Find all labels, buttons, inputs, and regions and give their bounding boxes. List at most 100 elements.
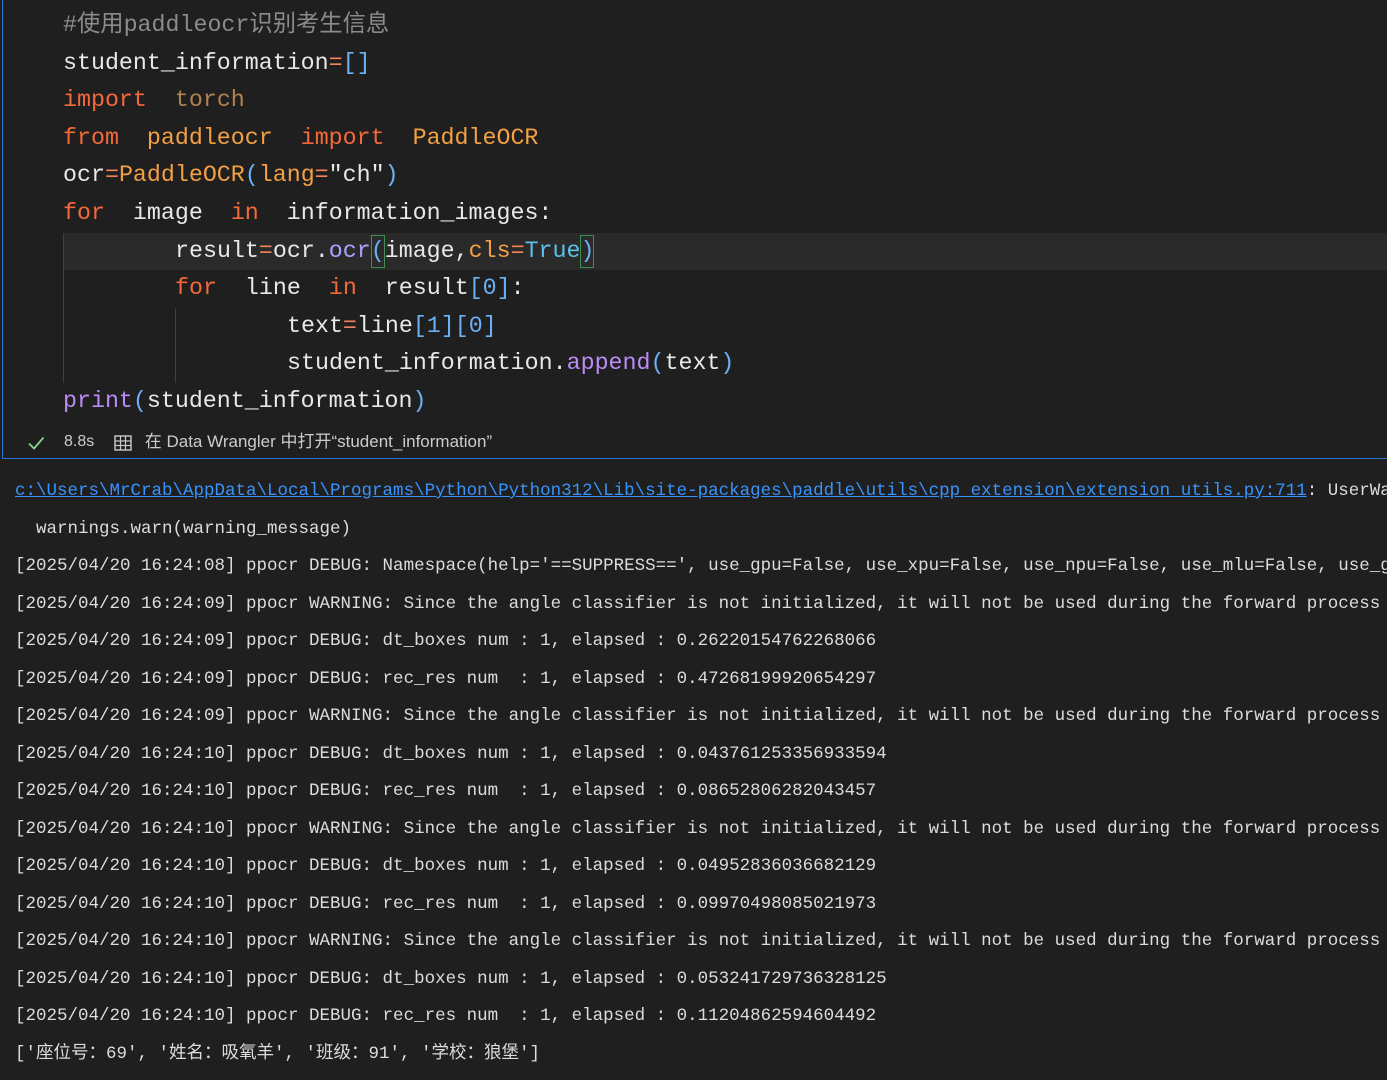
code-token: from bbox=[63, 124, 119, 151]
code-token: print bbox=[63, 387, 133, 414]
code-token: : bbox=[510, 275, 525, 302]
code-token: = bbox=[104, 162, 119, 189]
notebook-code-cell[interactable]: #使用paddleocr识别考生信息 student_information=[]… bbox=[2, 0, 1387, 459]
output-line: [2025/04/20 16:24:10] ppocr WARNING: Sin… bbox=[15, 931, 1381, 951]
output-line: [2025/04/20 16:24:09] ppocr WARNING: Sin… bbox=[15, 706, 1381, 726]
output-line: [2025/04/20 16:24:10] ppocr DEBUG: dt_bo… bbox=[15, 856, 877, 876]
code-token: for bbox=[63, 199, 105, 226]
code-token: True bbox=[524, 237, 581, 264]
output-line: [2025/04/20 16:24:10] ppocr DEBUG: rec_r… bbox=[15, 781, 877, 801]
code-token: ocr bbox=[328, 237, 371, 264]
code-line[interactable]: student_information.append(text) bbox=[63, 345, 1387, 383]
indent-guide bbox=[175, 307, 287, 346]
indent-guide bbox=[63, 232, 175, 271]
code-token: [0] bbox=[468, 275, 511, 302]
code-token: ocr bbox=[63, 162, 105, 189]
code-token: line bbox=[216, 275, 329, 302]
cell-output: c:\Users\MrCrab\AppData\Local\Programs\P… bbox=[15, 473, 1387, 1080]
code-token: import bbox=[300, 124, 385, 151]
code-token: = bbox=[258, 237, 273, 264]
code-token: import bbox=[63, 87, 147, 114]
code-token: ) bbox=[384, 162, 399, 189]
open-in-data-wrangler-button[interactable]: 在 Data Wrangler 中打开“student_information” bbox=[113, 428, 492, 455]
output-line: [2025/04/20 16:24:09] ppocr WARNING: Sin… bbox=[15, 593, 1381, 614]
indent-guide bbox=[63, 345, 175, 383]
code-token: information_images: bbox=[258, 199, 553, 226]
code-token: paddleocr bbox=[146, 124, 273, 151]
code-token: PaddleOCR bbox=[412, 124, 539, 151]
indent-guide bbox=[175, 345, 287, 383]
cell-status-bar: 8.8s 在 Data Wrangler 中打开“student_informa… bbox=[3, 428, 1387, 455]
code-token: text bbox=[664, 350, 721, 377]
code-token: result bbox=[356, 275, 469, 302]
code-token: lang bbox=[258, 162, 315, 189]
code-token: image, bbox=[384, 237, 469, 264]
code-line[interactable]: text=line[1][0] bbox=[63, 307, 1387, 346]
code-token: in bbox=[328, 275, 357, 302]
code-line[interactable]: for line in result[0]: bbox=[63, 270, 1387, 308]
output-line: [2025/04/20 16:24:09] ppocr DEBUG: rec_r… bbox=[15, 668, 877, 689]
code-line[interactable]: from paddleocr import PaddleOCR bbox=[63, 120, 1387, 158]
code-token: text bbox=[287, 312, 343, 339]
warning-text: : UserWa bbox=[1306, 481, 1387, 501]
code-token: ) bbox=[720, 350, 735, 377]
output-warning-line: c:\Users\MrCrab\AppData\Local\Programs\P… bbox=[15, 473, 1387, 511]
indent-guide bbox=[63, 307, 175, 346]
output-line: warnings.warn(warning_message) bbox=[15, 518, 352, 539]
code-token: ( bbox=[244, 162, 259, 189]
code-token: [] bbox=[342, 49, 371, 76]
code-token: in bbox=[230, 199, 259, 226]
code-token: for bbox=[175, 275, 217, 302]
code-token: #使用paddleocr识别考生信息 bbox=[63, 12, 390, 38]
code-token: = bbox=[314, 162, 329, 189]
code-token: ) bbox=[412, 387, 427, 414]
matched-bracket: ( bbox=[371, 235, 385, 268]
output-line: ['座位号：69', '姓名：吸氧羊', '班级：91', '学校：狼堡'] bbox=[15, 1043, 541, 1064]
code-token: ocr. bbox=[272, 237, 329, 264]
code-line[interactable]: import torch bbox=[63, 82, 1387, 120]
code-token: cls bbox=[468, 237, 511, 264]
output-line: [2025/04/20 16:24:10] ppocr DEBUG: dt_bo… bbox=[15, 743, 887, 764]
code-token: = bbox=[510, 237, 525, 264]
indent-guide bbox=[63, 270, 175, 308]
code-token: = bbox=[342, 312, 357, 339]
code-line[interactable]: print(student_information) bbox=[63, 383, 1387, 421]
output-line: [2025/04/20 16:24:10] ppocr DEBUG: rec_r… bbox=[15, 893, 877, 914]
matched-bracket: ) bbox=[580, 235, 594, 268]
code-token: ( bbox=[650, 350, 665, 377]
source-file-link[interactable]: c:\Users\MrCrab\AppData\Local\Programs\P… bbox=[15, 481, 1307, 501]
code-token: torch bbox=[174, 87, 245, 114]
code-line[interactable]: ocr=PaddleOCR(lang="ch") bbox=[63, 157, 1387, 195]
output-line: [2025/04/20 16:24:09] ppocr DEBUG: dt_bo… bbox=[15, 631, 877, 651]
code-token: [1][0] bbox=[412, 312, 497, 339]
code-token: result bbox=[175, 237, 259, 264]
code-token: image bbox=[104, 199, 231, 226]
code-token: student_information. bbox=[287, 350, 567, 377]
code-token: ( bbox=[132, 387, 147, 414]
code-line[interactable]: student_information=[] bbox=[63, 45, 1387, 83]
code-token: student_information bbox=[63, 49, 329, 76]
code-token: = bbox=[328, 49, 343, 76]
output-lines: warnings.warn(warning_message) [2025/04/2… bbox=[15, 511, 1387, 1074]
execution-time: 8.8s bbox=[64, 433, 95, 450]
output-line: [2025/04/20 16:24:10] ppocr DEBUG: dt_bo… bbox=[15, 968, 887, 989]
code-line[interactable]: for image in information_images: bbox=[63, 195, 1387, 233]
code-line-current[interactable]: result=ocr.ocr(image,cls=True) bbox=[63, 232, 1387, 271]
code-token: PaddleOCR bbox=[118, 162, 245, 189]
check-icon bbox=[26, 428, 46, 455]
data-wrangler-icon bbox=[113, 432, 138, 451]
output-line: [2025/04/20 16:24:10] ppocr DEBUG: rec_r… bbox=[15, 1006, 877, 1026]
code-token: line bbox=[356, 312, 413, 339]
open-in-data-wrangler-label: 在 Data Wrangler 中打开“student_information” bbox=[144, 432, 493, 451]
output-line: [2025/04/20 16:24:10] ppocr WARNING: Sin… bbox=[15, 818, 1381, 839]
code-token: "ch" bbox=[328, 162, 385, 189]
code-editor[interactable]: #使用paddleocr识别考生信息 student_information=[]… bbox=[63, 7, 1387, 421]
output-line: [2025/04/20 16:24:08] ppocr DEBUG: Names… bbox=[15, 556, 1387, 576]
code-line[interactable]: #使用paddleocr识别考生信息 bbox=[63, 7, 1387, 45]
code-token: append bbox=[566, 350, 651, 377]
code-token: student_information bbox=[146, 387, 413, 414]
